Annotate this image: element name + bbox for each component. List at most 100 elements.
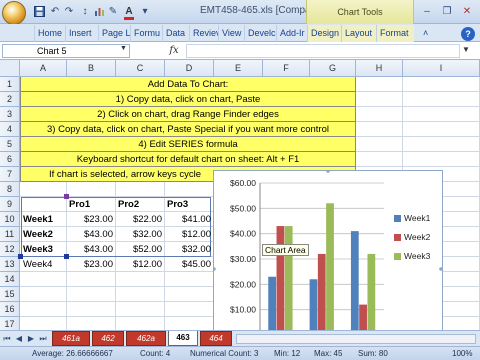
font-color-icon[interactable]: A xyxy=(122,4,136,18)
table-cell[interactable]: $52.00 xyxy=(116,242,165,257)
sheet-tab-bar: ⏮ ◀ ▶ ⏭ 461a 462 462a 463 464 xyxy=(0,330,480,346)
tab-home[interactable]: Home xyxy=(34,25,65,42)
tab-data[interactable]: Data xyxy=(162,25,189,42)
office-button[interactable] xyxy=(2,1,26,25)
column-header[interactable]: F xyxy=(263,60,310,77)
table-cell[interactable]: $12.00 xyxy=(116,257,165,272)
table-cell[interactable]: $32.00 xyxy=(165,242,214,257)
row-header[interactable]: 9 xyxy=(0,197,20,212)
row-header[interactable]: 11 xyxy=(0,227,20,242)
table-cell[interactable]: $41.00 xyxy=(165,212,214,227)
table-cell[interactable]: $32.00 xyxy=(116,227,165,242)
chart-icon[interactable] xyxy=(92,4,106,18)
column-header[interactable]: B xyxy=(67,60,116,77)
tab-developer[interactable]: Develc xyxy=(244,25,276,42)
format-painter-icon[interactable]: ✎ xyxy=(106,4,120,18)
table-row-label[interactable]: Week3 xyxy=(21,242,67,257)
tab-layout[interactable]: Layout xyxy=(341,25,376,42)
table-cell[interactable]: $22.00 xyxy=(116,212,165,227)
tab-page-layout[interactable]: Page L xyxy=(98,25,130,42)
column-header[interactable]: D xyxy=(165,60,214,77)
column-header[interactable]: A xyxy=(20,60,67,77)
row-header[interactable]: 8 xyxy=(0,182,20,197)
column-header[interactable]: G xyxy=(310,60,356,77)
table-cell[interactable]: $43.00 xyxy=(67,227,116,242)
name-box[interactable]: Chart 5 xyxy=(2,44,130,58)
row-header[interactable]: 15 xyxy=(0,287,20,302)
table-cell[interactable]: $12.00 xyxy=(165,227,214,242)
note-row[interactable]: 4) Edit SERIES formula xyxy=(20,137,356,152)
formula-input[interactable] xyxy=(186,44,460,58)
font-color-swatch xyxy=(124,17,134,20)
undo-icon[interactable]: ↶ xyxy=(48,4,62,18)
column-header[interactable]: E xyxy=(214,60,263,77)
note-row[interactable]: 2) Click on chart, drag Range Finder edg… xyxy=(20,107,356,122)
note-row[interactable]: 3) Copy data, click on chart, Paste Spec… xyxy=(20,122,356,137)
table-cell[interactable]: $43.00 xyxy=(67,242,116,257)
note-row[interactable]: 1) Copy data, click on chart, Paste xyxy=(20,92,356,107)
column-header[interactable]: H xyxy=(356,60,403,77)
tab-review[interactable]: Reviev xyxy=(189,25,218,42)
column-header[interactable]: C xyxy=(116,60,165,77)
row-header[interactable]: 3 xyxy=(0,107,20,122)
minimize-icon[interactable]: – xyxy=(418,3,436,19)
tab-format[interactable]: Format xyxy=(376,25,414,42)
sort-icon[interactable]: ↕ xyxy=(78,4,92,18)
sheet-tab[interactable]: 461a xyxy=(52,331,90,346)
chart-bar xyxy=(284,226,293,330)
row-header[interactable]: 1 xyxy=(0,77,20,92)
sheet-tab[interactable]: 464 xyxy=(200,331,232,346)
tab-formulas[interactable]: Formu xyxy=(130,25,162,42)
row-header[interactable]: 16 xyxy=(0,302,20,317)
table-row-label[interactable]: Week4 xyxy=(21,257,67,272)
row-header[interactable]: 17 xyxy=(0,317,20,330)
row-header[interactable]: 6 xyxy=(0,152,20,167)
y-tick-label: $50.00 xyxy=(230,203,256,213)
table-row-label[interactable]: Week2 xyxy=(21,227,67,242)
formula-expand-icon[interactable]: ▼ xyxy=(462,45,470,54)
note-row[interactable]: Add Data To Chart: xyxy=(20,77,356,92)
y-tick-label: $40.00 xyxy=(230,229,256,239)
row-header[interactable]: 5 xyxy=(0,137,20,152)
help-icon[interactable]: ? xyxy=(461,27,475,41)
column-header[interactable]: I xyxy=(403,60,480,77)
chart[interactable]: $0.00$10.00$20.00$30.00$40.00$50.00$60.0… xyxy=(212,169,443,330)
name-box-dropdown-icon[interactable]: ▼ xyxy=(120,45,127,52)
worksheet-grid[interactable]: ABCDEFGHI 1 2 3 4 5 6 7 8 9 10 11 12 13 14 15 16 17 Add … xyxy=(0,60,480,330)
row-header[interactable]: 12 xyxy=(0,242,20,257)
sheet-tab[interactable]: 462a xyxy=(126,331,166,346)
last-sheet-icon[interactable]: ⏭ xyxy=(38,334,48,344)
tab-add-ins[interactable]: Add-Ir xyxy=(276,25,307,42)
row-header[interactable]: 10 xyxy=(0,212,20,227)
tab-design[interactable]: Design xyxy=(307,25,341,42)
row-header[interactable]: 7 xyxy=(0,167,20,182)
close-icon[interactable]: ✕ xyxy=(458,3,476,19)
row-header[interactable]: 14 xyxy=(0,272,20,287)
row-header[interactable]: 2 xyxy=(0,92,20,107)
table-row-label[interactable]: Week1 xyxy=(21,212,67,227)
table-cell[interactable]: $45.00 xyxy=(165,257,214,272)
horizontal-scrollbar[interactable] xyxy=(236,334,476,344)
save-icon[interactable] xyxy=(32,4,46,18)
ribbon-minimize-icon[interactable]: ˄ xyxy=(420,25,432,42)
tab-view[interactable]: View xyxy=(218,25,244,42)
sheet-tab[interactable]: 462 xyxy=(92,331,124,346)
qat-dropdown-icon[interactable]: ▾ xyxy=(138,4,152,18)
insert-function-icon[interactable]: fx xyxy=(166,44,182,58)
select-all-corner[interactable] xyxy=(0,60,20,77)
table-cell[interactable]: $23.00 xyxy=(67,212,116,227)
first-sheet-icon[interactable]: ⏮ xyxy=(2,334,12,344)
chart-bar xyxy=(276,226,285,330)
row-header[interactable]: 4 xyxy=(0,122,20,137)
prev-sheet-icon[interactable]: ◀ xyxy=(14,334,24,344)
range-handle[interactable] xyxy=(64,194,69,199)
next-sheet-icon[interactable]: ▶ xyxy=(26,334,36,344)
row-header[interactable]: 13 xyxy=(0,257,20,272)
sheet-tab-active[interactable]: 463 xyxy=(168,331,198,346)
table-cell[interactable]: $23.00 xyxy=(67,257,116,272)
zoom-level[interactable]: 100% xyxy=(452,349,472,358)
redo-icon[interactable]: ↷ xyxy=(62,4,76,18)
tab-insert[interactable]: Insert xyxy=(65,25,98,42)
restore-icon[interactable]: ❐ xyxy=(438,3,456,19)
note-row[interactable]: Keyboard shortcut for default chart on s… xyxy=(20,152,356,167)
